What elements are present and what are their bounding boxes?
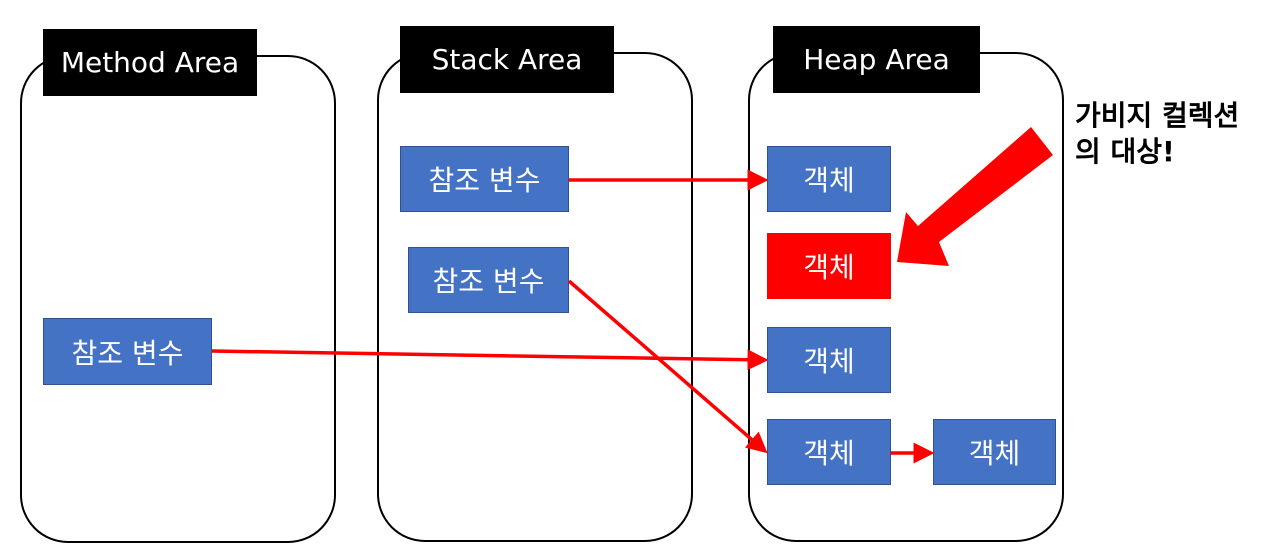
stack-area-title: Stack Area — [400, 26, 614, 93]
gc-annotation-line2: 의 대상! — [1075, 135, 1175, 168]
heap-object-5: 객체 — [933, 419, 1056, 485]
heap-area-title: Heap Area — [773, 26, 980, 93]
gc-annotation: 가비지 컬렉션 의 대상! — [1075, 98, 1239, 170]
method-reference-variable: 참조 변수 — [43, 318, 212, 385]
stack-reference-variable-1: 참조 변수 — [400, 146, 569, 212]
heap-object-1: 객체 — [767, 146, 891, 212]
heap-object-4: 객체 — [767, 419, 891, 485]
method-area-title: Method Area — [43, 29, 257, 96]
heap-object-3: 객체 — [767, 327, 891, 393]
stack-reference-variable-2: 참조 변수 — [408, 247, 569, 313]
method-area-panel — [20, 55, 336, 543]
gc-annotation-line1: 가비지 컬렉션 — [1075, 99, 1240, 132]
heap-object-garbage: 객체 — [767, 233, 891, 299]
